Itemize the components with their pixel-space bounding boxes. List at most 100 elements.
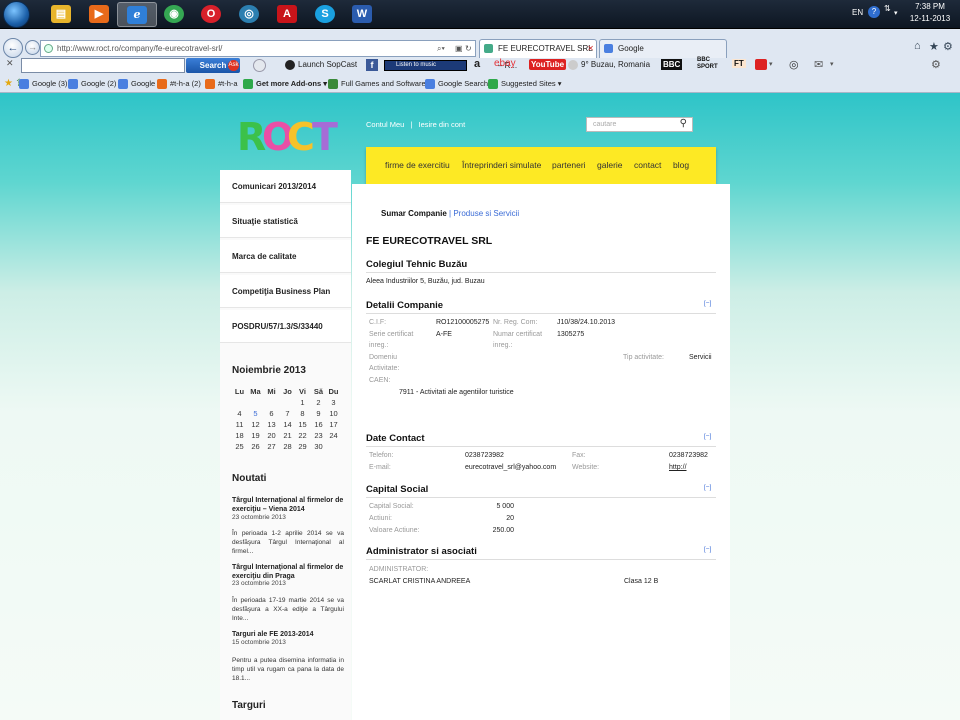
taskbar-internet-explorer[interactable]: e	[117, 2, 157, 27]
logout-link[interactable]: Iesire din cont	[419, 120, 466, 129]
actiuni-value: 20	[506, 515, 514, 522]
sidebar-item-comunicari[interactable]: Comunicari 2013/2014	[220, 170, 351, 203]
mail-icon[interactable]: ✉	[814, 58, 823, 71]
weather-cloud-icon	[568, 60, 578, 70]
details-heading: Detalii Companie	[366, 300, 444, 311]
toolbar-options-icon[interactable]: ⚙	[931, 58, 941, 71]
weather-widget[interactable]: 9° Buzau, Romania	[568, 60, 650, 70]
toolbar-radio-icon[interactable]: ◎	[789, 58, 799, 71]
facebook-icon[interactable]: f	[366, 59, 378, 71]
start-button[interactable]	[3, 1, 30, 28]
favorites-star-icon[interactable]: ★	[929, 40, 939, 53]
nav-parteneri[interactable]: parteneri	[552, 160, 586, 170]
forward-button[interactable]: →	[25, 40, 40, 55]
taskbar-word[interactable]: W	[343, 2, 383, 27]
favorites-star-icon[interactable]: ★	[4, 78, 13, 89]
launch-sopcast-button[interactable]: Launch SopCast	[285, 60, 357, 70]
address-bar[interactable]: http://www.roct.ro/company/fe-eurecotrav…	[40, 40, 476, 57]
search-dropdown-icon[interactable]: ⌕▾	[437, 41, 445, 56]
youtube-link[interactable]: YouTube	[529, 59, 567, 70]
administrator-label: ADMINISTRATOR:	[369, 566, 429, 573]
roct-logo[interactable]: R O C T	[237, 118, 338, 156]
toolbar-dropdown-icon[interactable]: ▾	[769, 60, 773, 68]
language-indicator[interactable]: EN	[852, 8, 863, 17]
fav-google-2[interactable]: Google (2)	[68, 79, 116, 90]
taskbar-skype[interactable]: S	[306, 2, 346, 27]
play-icon: ▶	[89, 5, 109, 23]
close-tab-icon[interactable]: ✕	[587, 40, 594, 57]
nav-firme-de-exercitiu[interactable]: firme de exercitiu	[385, 160, 450, 170]
sidebar-item-situatie-statistica[interactable]: Situaţie statistică	[220, 205, 351, 238]
sidebar-item-posdru[interactable]: POSDRU/57/1.3/S/33440	[220, 310, 351, 343]
fav-tha-2[interactable]: #t-h-a (2)	[157, 79, 201, 90]
fav-get-addons[interactable]: Get more Add-ons ▾	[243, 79, 327, 90]
toolbar-red-icon[interactable]	[755, 59, 767, 70]
news-title-2[interactable]: Târgul Internaţional al firmelor de exer…	[232, 563, 344, 581]
my-account-link[interactable]: Contul Meu	[366, 120, 404, 129]
fav-tha[interactable]: #t-h-a	[205, 79, 238, 90]
subnav-produse-servicii[interactable]: Produse si Servicii	[453, 209, 519, 218]
calendar-day: 1	[300, 398, 305, 407]
nav-galerie[interactable]: galerie	[597, 160, 623, 170]
contact-collapse-icon[interactable]: [−]	[704, 433, 711, 440]
taskbar-opera[interactable]: O	[192, 2, 232, 27]
toolbar-round-icon[interactable]	[253, 59, 266, 72]
fav-google-3[interactable]: Google (3)	[19, 79, 67, 90]
tab-eurecotravel[interactable]: FE EURECOTRAVEL SRL – R... ✕	[479, 39, 597, 70]
calendar-weekday: Ma	[250, 387, 261, 396]
tray-expand-icon[interactable]: ▾	[894, 9, 898, 17]
sidebar-item-competitia-business-plan[interactable]: Competiţia Business Plan	[220, 275, 351, 308]
ebay-link[interactable]: ebay	[494, 58, 516, 69]
taskbar-explorer[interactable]: ▤	[42, 2, 82, 27]
sidebar-item-marca-de-calitate[interactable]: Marca de calitate	[220, 240, 351, 273]
admin-collapse-icon[interactable]: [−]	[704, 546, 711, 553]
nav-blog[interactable]: blog	[673, 160, 689, 170]
fav-google-search[interactable]: Google Search	[425, 79, 488, 90]
calendar-day[interactable]: 5	[248, 409, 263, 418]
nav-contact[interactable]: contact	[634, 160, 661, 170]
mail-dropdown-icon[interactable]: ▾	[830, 60, 834, 68]
bbc-link[interactable]: BBC	[661, 59, 683, 70]
calendar-day: 13	[267, 420, 276, 429]
taskbar-media-player[interactable]: ▶	[80, 2, 120, 27]
help-icon[interactable]: ?	[868, 6, 880, 18]
compat-icon[interactable]: ▣	[455, 41, 463, 56]
close-toolbar-icon[interactable]: ✕	[6, 58, 14, 69]
email-value[interactable]: eurecotravel_srl@yahoo.com	[465, 462, 556, 473]
taskbar-acrobat[interactable]: A	[268, 2, 308, 27]
calendar-day: 24	[329, 431, 338, 440]
taskbar-chrome[interactable]: ◉	[155, 2, 195, 27]
news-title-3[interactable]: Targuri ale FE 2013-2014	[232, 630, 344, 639]
back-button[interactable]: ←	[3, 38, 23, 58]
details-collapse-icon[interactable]: [−]	[704, 300, 711, 307]
ask-logo-icon[interactable]: Ask	[228, 60, 239, 71]
contact-heading: Date Contact	[366, 433, 425, 444]
capital-collapse-icon[interactable]: [−]	[704, 484, 711, 491]
fav-google[interactable]: Google	[118, 79, 155, 90]
taskbar-app[interactable]: ◎	[230, 2, 270, 27]
system-clock[interactable]: 7:38 PM 12-11-2013	[905, 1, 955, 25]
subnav-sumar-companie[interactable]: Sumar Companie	[381, 209, 447, 218]
listen-music-widget[interactable]: Listen to music	[384, 60, 467, 71]
ft-link[interactable]: FT	[732, 59, 746, 68]
suggested-icon	[488, 79, 498, 90]
tray-network-icon[interactable]: ⇅	[884, 4, 891, 13]
news-title-1[interactable]: Târgul Internaţional al firmelor de exer…	[232, 496, 344, 514]
website-link[interactable]: http://	[669, 462, 687, 473]
calendar-weekday: Mi	[267, 387, 276, 396]
nav-intreprinderi-simulate[interactable]: Întreprinderi simulate	[462, 160, 541, 170]
ie-icon: e	[127, 6, 147, 24]
toolbar-search-input[interactable]	[21, 58, 185, 73]
bbc-sport-link[interactable]: BBC SPORT	[697, 57, 722, 71]
fav-full-games[interactable]: Full Games and Software	[328, 79, 426, 90]
refresh-icon[interactable]: ↻	[465, 41, 472, 56]
calendar-day: 25	[235, 442, 244, 451]
home-icon[interactable]: ⌂	[914, 40, 921, 52]
sopcast-icon	[285, 60, 295, 70]
tab-google[interactable]: Google	[599, 39, 727, 58]
site-search-input[interactable]: cautare ⚲	[586, 117, 693, 132]
amazon-icon[interactable]: a	[474, 58, 480, 70]
settings-gear-icon[interactable]: ⚙	[943, 40, 953, 53]
search-icon[interactable]: ⚲	[680, 117, 687, 130]
fav-suggested-sites[interactable]: Suggested Sites ▾	[488, 79, 561, 90]
